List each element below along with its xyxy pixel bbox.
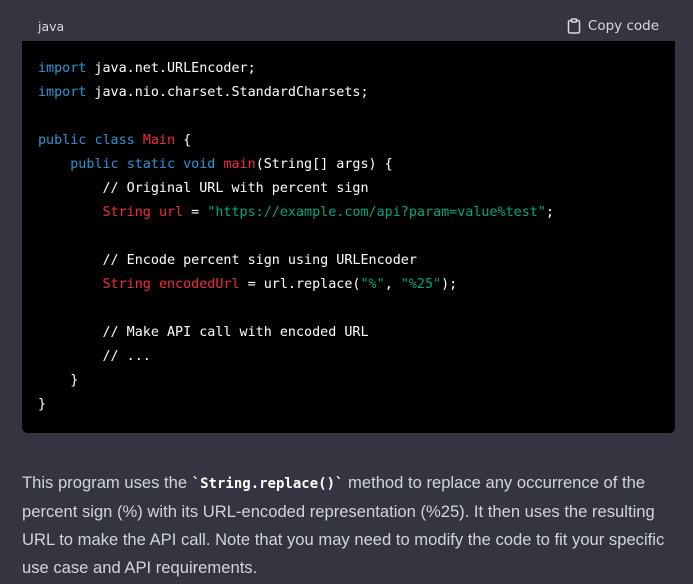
- code-line: import java.nio.charset.StandardCharsets…: [38, 81, 554, 105]
- code-token: (String[] args) {: [255, 157, 393, 172]
- code-line: // Original URL with percent sign: [38, 177, 554, 201]
- code-token: {: [175, 133, 192, 148]
- code-line: // ...: [38, 345, 554, 369]
- code-token: = url.replace(: [239, 277, 361, 292]
- code-token: String: [102, 205, 151, 220]
- code-line: String url = "https://example.com/api?pa…: [38, 201, 554, 225]
- code-token: );: [441, 277, 458, 292]
- code-token: encodedUrl: [158, 277, 240, 292]
- code-token: public: [38, 133, 87, 148]
- code-token: Main: [142, 133, 176, 148]
- code-line: import java.net.URLEncoder;: [38, 57, 554, 81]
- copy-code-button[interactable]: Copy code: [567, 18, 659, 34]
- code-token: }: [38, 397, 47, 412]
- code-token: ,: [384, 277, 401, 292]
- code-line: public static void main(String[] args) {: [38, 153, 554, 177]
- code-token: main: [223, 157, 256, 172]
- code-token: void: [183, 157, 216, 172]
- code-token: String: [102, 277, 151, 292]
- code-token: "%25": [400, 277, 442, 292]
- code-token: =: [183, 205, 208, 220]
- code-block: java Copy code import java.net.URLEncode…: [22, 10, 675, 433]
- code-token: // Original URL with percent sign: [102, 181, 369, 196]
- copy-code-label: Copy code: [587, 17, 659, 34]
- code-token: // Make API call with encoded URL: [102, 325, 369, 340]
- code-token: "%": [360, 277, 385, 292]
- code-line: }: [38, 393, 554, 417]
- code-line: // Make API call with encoded URL: [38, 321, 554, 345]
- code-token: }: [70, 373, 79, 388]
- explanation-paragraph: This program uses the `String.replace()`…: [22, 469, 674, 582]
- code-body: import java.net.URLEncoder; import java.n…: [22, 41, 675, 433]
- code-token: // ...: [102, 349, 151, 364]
- code-token: class: [94, 133, 135, 148]
- code-line: public class Main {: [38, 129, 554, 153]
- code-token: // Encode percent sign using URLEncoder: [102, 253, 417, 268]
- code-token: java.nio.charset.StandardCharsets;: [86, 85, 369, 100]
- code-token: java.net.URLEncoder;: [86, 61, 256, 76]
- explanation-text-before: This program uses the: [22, 473, 192, 492]
- inline-code-method: `String.replace()`: [191, 476, 344, 492]
- code-token: url: [158, 205, 184, 220]
- code-token: import: [38, 85, 87, 100]
- code-token: import: [38, 61, 87, 76]
- code-line: String encodedUrl = url.replace("%", "%2…: [38, 273, 554, 297]
- code-line: }: [38, 369, 554, 393]
- code-block-header: java Copy code: [22, 10, 675, 41]
- code-token: public: [70, 157, 119, 172]
- code-line: // Encode percent sign using URLEncoder: [38, 249, 554, 273]
- code-token: ;: [545, 205, 554, 220]
- code-content: import java.net.URLEncoder; import java.n…: [38, 57, 554, 417]
- code-token: "https://example.com/api?param=value%tes…: [207, 205, 546, 220]
- code-token: static: [126, 157, 176, 172]
- clipboard-icon: [567, 17, 581, 34]
- code-language-label: java: [38, 18, 65, 34]
